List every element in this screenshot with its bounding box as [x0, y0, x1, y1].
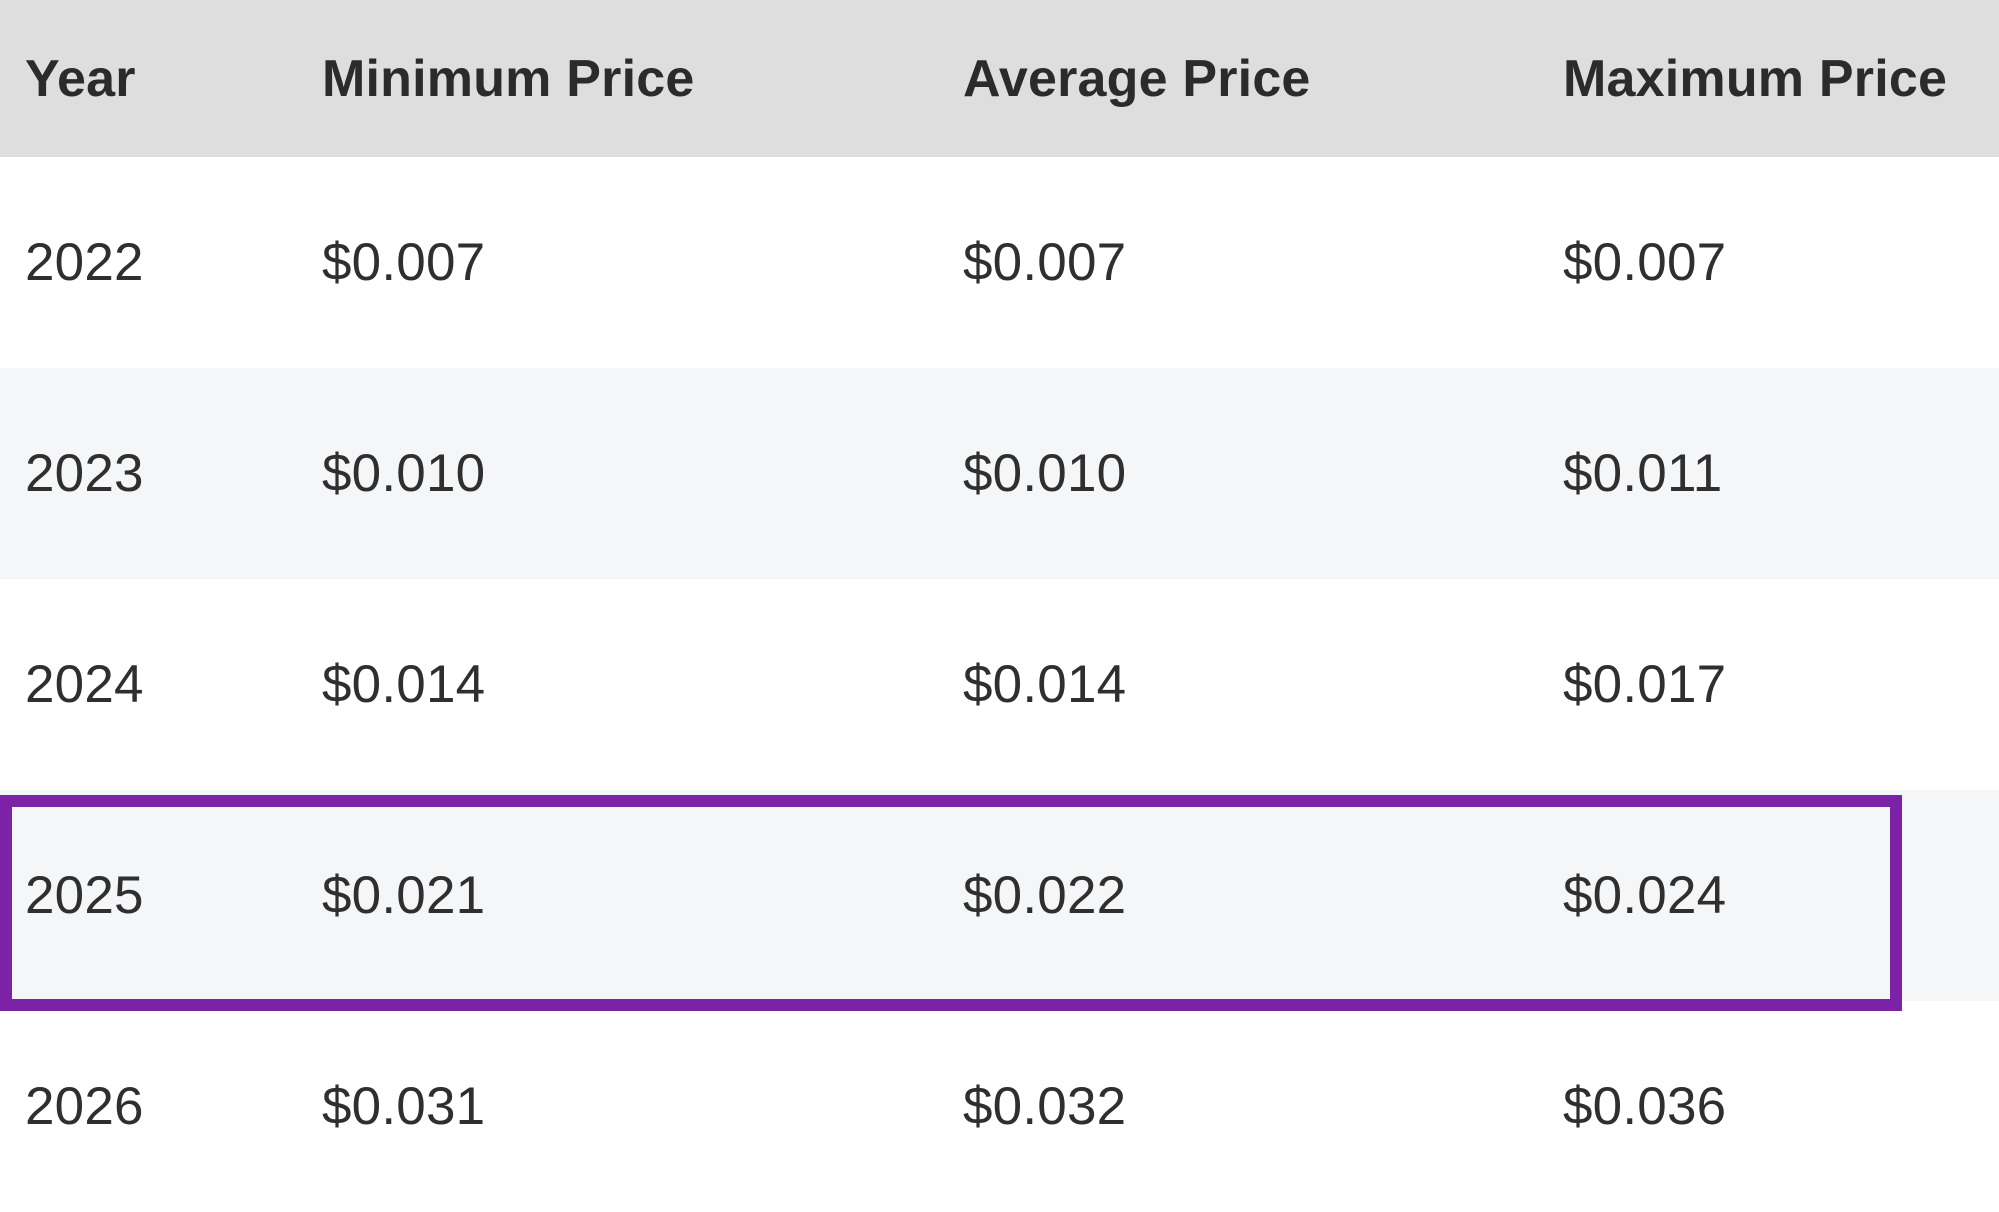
- column-header-average-price[interactable]: Average Price: [940, 0, 1540, 157]
- cell-maximum-price: $0.017: [1563, 655, 1727, 714]
- cell-minimum-price: $0.007: [322, 233, 486, 292]
- cell-year: 2023: [25, 444, 144, 503]
- cell-average-price: $0.022: [963, 866, 1127, 925]
- cell-year: 2026: [25, 1077, 144, 1136]
- cell-minimum-price: $0.010: [322, 444, 486, 503]
- cell-year: 2022: [25, 233, 144, 292]
- cell-minimum-price: $0.014: [322, 655, 486, 714]
- cell-maximum-price: $0.024: [1563, 866, 1727, 925]
- table-row[interactable]: 2023 $0.010 $0.010 $0.011: [0, 368, 1999, 579]
- price-table-container: Year Minimum Price Average Price Maximum…: [0, 0, 1999, 1212]
- price-prediction-table: Year Minimum Price Average Price Maximum…: [0, 0, 1999, 1212]
- table-row[interactable]: 2024 $0.014 $0.014 $0.017: [0, 579, 1999, 790]
- table-body: 2022 $0.007 $0.007 $0.007 2023 $0.010 $0…: [0, 157, 1999, 1212]
- table-row[interactable]: 2022 $0.007 $0.007 $0.007: [0, 157, 1999, 368]
- cell-maximum-price: $0.011: [1563, 444, 1723, 503]
- cell-year: 2025: [25, 866, 144, 925]
- table-row-highlighted[interactable]: 2025 $0.021 $0.022 $0.024: [0, 790, 1999, 1001]
- table-row[interactable]: 2026 $0.031 $0.032 $0.036: [0, 1001, 1999, 1212]
- table-header: Year Minimum Price Average Price Maximum…: [0, 0, 1999, 157]
- column-header-maximum-price[interactable]: Maximum Price: [1540, 0, 1999, 157]
- table-header-row: Year Minimum Price Average Price Maximum…: [0, 0, 1999, 157]
- cell-maximum-price: $0.007: [1563, 233, 1727, 292]
- cell-year: 2024: [25, 655, 144, 714]
- cell-average-price: $0.010: [963, 444, 1127, 503]
- cell-maximum-price: $0.036: [1563, 1077, 1727, 1136]
- cell-minimum-price: $0.021: [322, 866, 486, 925]
- cell-average-price: $0.032: [963, 1077, 1127, 1136]
- cell-average-price: $0.014: [963, 655, 1127, 714]
- column-header-year[interactable]: Year: [0, 0, 300, 157]
- column-header-minimum-price[interactable]: Minimum Price: [300, 0, 940, 157]
- cell-average-price: $0.007: [963, 233, 1127, 292]
- cell-minimum-price: $0.031: [322, 1077, 486, 1136]
